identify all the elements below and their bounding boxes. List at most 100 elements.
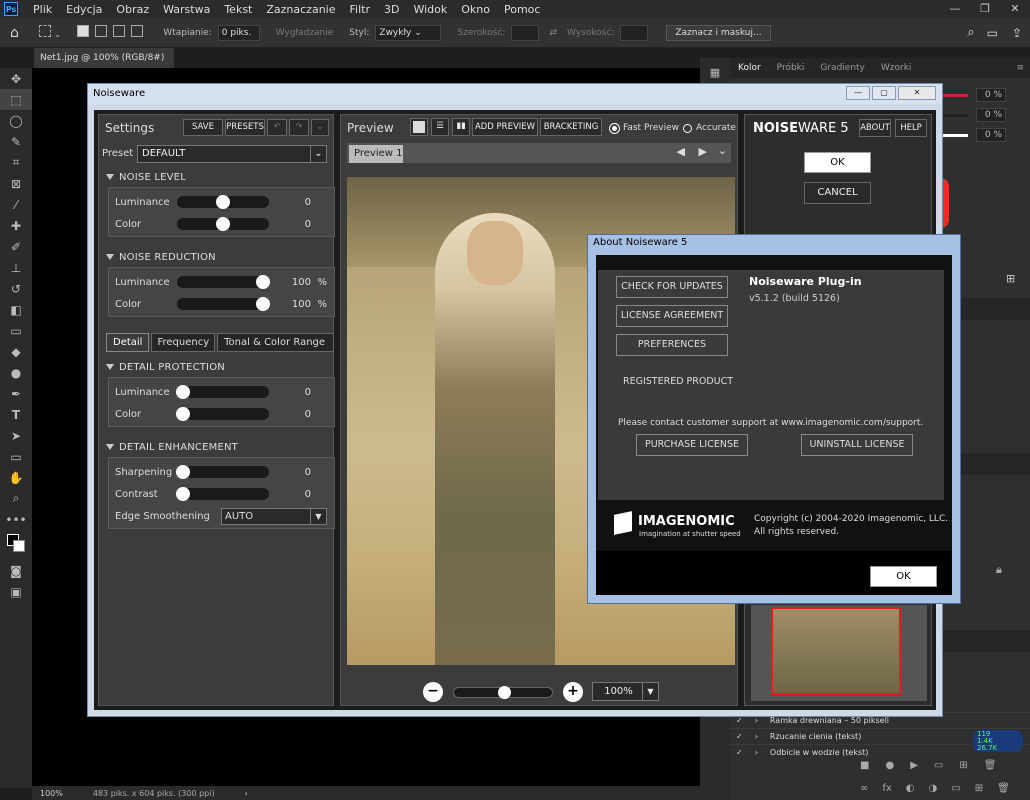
group-icon[interactable]: ▭ — [951, 783, 960, 794]
zoom-in-icon[interactable]: + — [563, 682, 583, 702]
record-icon[interactable]: ● — [885, 760, 894, 771]
quick-mask-icon[interactable]: ◙ — [0, 560, 32, 581]
fx-icon[interactable]: fx — [882, 783, 891, 794]
navigator-thumbnail[interactable] — [771, 607, 901, 695]
type-tool-icon[interactable]: T — [0, 404, 32, 425]
close-icon[interactable]: ✕ — [1000, 0, 1030, 18]
about-ok-button[interactable]: OK — [870, 566, 937, 587]
slider-track[interactable] — [176, 407, 269, 421]
tab-color[interactable]: Kolor — [738, 63, 761, 73]
zoom-select[interactable]: 100% ▼ — [592, 682, 659, 701]
new-icon[interactable]: ⊞ — [959, 760, 967, 771]
close-icon[interactable]: ✕ — [898, 86, 936, 100]
eyedropper-tool-icon[interactable]: ⁄ — [0, 194, 32, 215]
restore-icon[interactable]: ❐ — [970, 0, 1000, 18]
single-view-icon[interactable] — [410, 118, 428, 136]
marquee-icon[interactable]: ⌄ — [38, 25, 61, 40]
purchase-license-button[interactable]: PURCHASE LICENSE — [636, 434, 748, 456]
rectangle-tool-icon[interactable]: ▭ — [0, 446, 32, 467]
tab-frequency[interactable]: Frequency — [151, 333, 216, 352]
edge-smoothening-select[interactable]: AUTO ▼ — [221, 507, 327, 525]
feather-input[interactable]: 0 piks. — [217, 24, 260, 41]
stop-icon[interactable]: ■ — [860, 760, 869, 771]
menu-filter[interactable]: Filtr — [343, 3, 377, 16]
tab-gradients[interactable]: Gradienty — [820, 63, 865, 73]
minimize-icon[interactable]: — — [940, 0, 970, 18]
link-icon[interactable]: ∞ — [860, 783, 868, 794]
menu-view[interactable]: Widok — [406, 3, 454, 16]
antialias-label[interactable]: Wygładzanie — [276, 28, 334, 38]
slider-knob[interactable] — [176, 487, 190, 501]
pen-tool-icon[interactable]: ✒ — [0, 383, 32, 404]
slider-track[interactable] — [177, 217, 269, 231]
menu-type[interactable]: Tekst — [217, 3, 259, 16]
tab-preview-1[interactable]: Preview 1 — [349, 145, 403, 163]
license-agreement-button[interactable]: LICENSE AGREEMENT — [616, 305, 728, 327]
document-tab[interactable]: Net1.jpg @ 100% (RGB/8#) ✕ — [34, 48, 174, 83]
radio-off-icon[interactable] — [683, 123, 692, 133]
bracketing-button[interactable]: BRACKETING — [540, 118, 602, 136]
more-tools-icon[interactable]: ••• — [0, 509, 32, 530]
eraser-tool-icon[interactable]: ◧ — [0, 299, 32, 320]
hand-tool-icon[interactable]: ✋ — [0, 467, 32, 488]
slider-knob[interactable] — [176, 385, 190, 399]
status-arrow-icon[interactable]: › — [245, 789, 248, 798]
adjustment-icon[interactable]: ◑ — [929, 783, 938, 794]
slider-track[interactable] — [177, 195, 269, 209]
preferences-button[interactable]: PREFERENCES — [616, 334, 728, 356]
zoom-slider[interactable] — [453, 686, 553, 699]
slider-track[interactable] — [176, 465, 269, 479]
move-tool-icon[interactable]: ✥ — [0, 68, 32, 89]
visibility-check-icon[interactable]: ✓ — [736, 732, 743, 741]
marquee-tool-icon[interactable]: ⬚ — [0, 89, 32, 110]
screen-mode-icon[interactable]: ▣ — [0, 581, 32, 602]
slider-knob[interactable] — [256, 275, 270, 289]
slider-value[interactable]: 0 — [277, 467, 311, 478]
save-button[interactable]: SAVE — [183, 119, 223, 136]
menu-3d[interactable]: 3D — [377, 3, 406, 16]
split-horizontal-icon[interactable]: ☰ — [431, 118, 449, 136]
gradient-tool-icon[interactable]: ▭ — [0, 320, 32, 341]
history-dropdown-icon[interactable]: ⌄ — [311, 119, 329, 136]
dodge-tool-icon[interactable]: ● — [0, 362, 32, 383]
menu-layer[interactable]: Warstwa — [156, 3, 217, 16]
zoom-slider-knob[interactable] — [497, 686, 511, 699]
tab-swatches[interactable]: Próbki — [777, 63, 805, 73]
history-brush-tool-icon[interactable]: ↺ — [0, 278, 32, 299]
slider-value[interactable]: 0 — [277, 387, 311, 398]
quick-select-tool-icon[interactable]: ✎ — [0, 131, 32, 152]
brush-tool-icon[interactable]: ✐ — [0, 236, 32, 257]
mask-icon[interactable]: ◐ — [906, 783, 915, 794]
slider-knob[interactable] — [176, 407, 190, 421]
visibility-check-icon[interactable]: ✓ — [736, 748, 743, 757]
menu-file[interactable]: Plik — [26, 3, 59, 16]
menu-image[interactable]: Obraz — [109, 3, 156, 16]
style-select[interactable]: Zwykły ⌄ — [375, 24, 442, 41]
slider-value[interactable]: 100 — [277, 277, 311, 288]
new-selection-icon[interactable] — [77, 25, 90, 40]
tab-menu-icon[interactable]: ⌄ — [718, 144, 727, 157]
color-value-1[interactable]: 0 % — [976, 88, 1006, 102]
color-value-3[interactable]: 0 % — [976, 128, 1006, 142]
menu-select[interactable]: Zaznaczanie — [259, 3, 342, 16]
tab-tonal-color-range[interactable]: Tonal & Color Range — [217, 333, 334, 352]
healing-tool-icon[interactable]: ✚ — [0, 215, 32, 236]
menu-edit[interactable]: Edycja — [59, 3, 109, 16]
subtract-selection-icon[interactable] — [113, 25, 126, 40]
fast-preview-option[interactable]: Fast Preview — [610, 123, 679, 133]
frame-tool-icon[interactable]: ⊠ — [0, 173, 32, 194]
stamp-tool-icon[interactable]: ⊥ — [0, 257, 32, 278]
swap-icon[interactable]: ⇄ — [549, 28, 557, 38]
lock-icon[interactable]: 🔒︎ — [996, 563, 1002, 577]
about-button[interactable]: ABOUT — [859, 119, 891, 137]
intersect-selection-icon[interactable] — [131, 25, 144, 40]
noise-level-section[interactable]: NOISE LEVEL — [106, 172, 186, 183]
help-button[interactable]: HELP — [895, 119, 927, 137]
minimize-icon[interactable]: — — [846, 86, 870, 100]
slider-value[interactable]: 0 — [277, 197, 311, 208]
check-updates-button[interactable]: CHECK FOR UPDATES — [616, 276, 728, 298]
ok-button[interactable]: OK — [804, 152, 871, 173]
slider-value[interactable]: 0 — [277, 489, 311, 500]
color-panel-icon[interactable]: ▦ — [700, 66, 730, 79]
share-icon[interactable]: ⇪ — [1012, 26, 1022, 40]
